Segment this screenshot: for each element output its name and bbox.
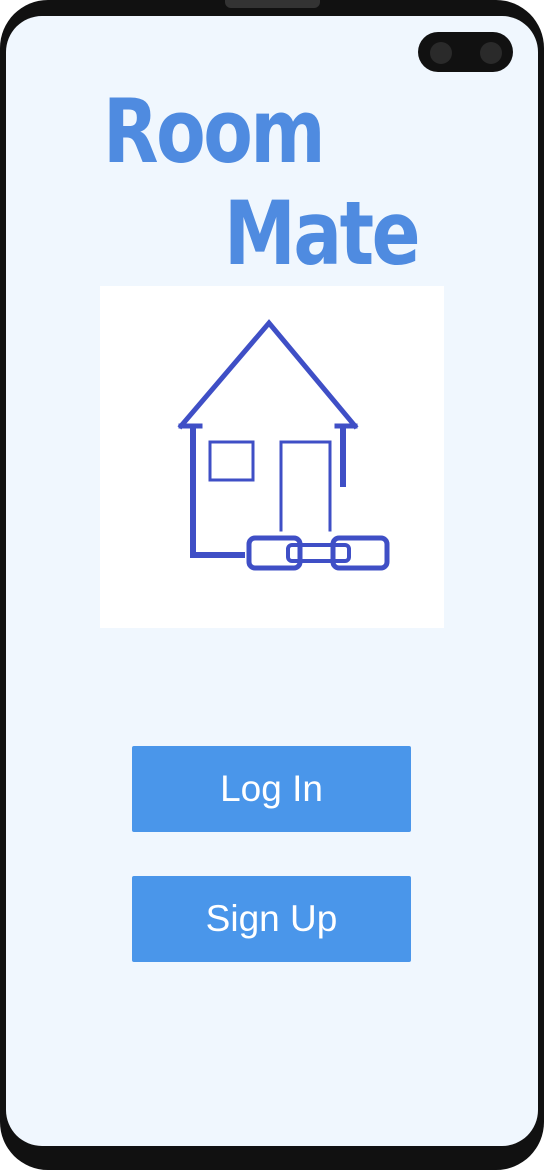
signup-button[interactable]: Sign Up bbox=[132, 876, 411, 962]
camera-lens bbox=[480, 42, 502, 64]
house-chain-icon bbox=[177, 319, 390, 571]
login-button[interactable]: Log In bbox=[132, 746, 411, 832]
speaker-notch bbox=[225, 0, 320, 8]
app-title-room: Room bbox=[103, 80, 326, 183]
camera-cutout bbox=[418, 32, 513, 72]
camera-lens bbox=[430, 42, 452, 64]
app-title-mate: Mate bbox=[224, 182, 421, 285]
app-logo bbox=[100, 286, 444, 628]
